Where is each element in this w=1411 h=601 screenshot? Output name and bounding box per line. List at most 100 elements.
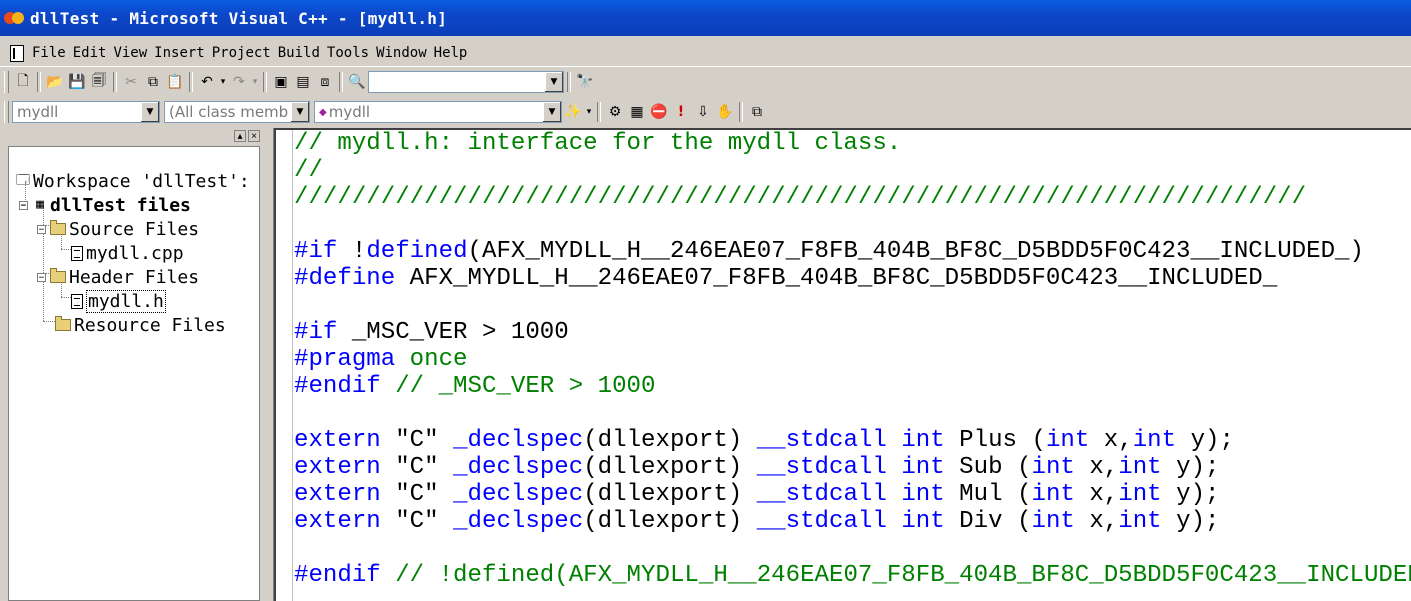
code-line[interactable]: #define AFX_MYDLL_H__246EAE07_F8FB_404B_… — [294, 265, 1411, 292]
code-line[interactable]: #endif // _MSC_VER > 1000 — [294, 373, 1411, 400]
collapse-icon[interactable]: − — [19, 200, 28, 210]
filter-combo-value: (All class memb — [169, 103, 289, 121]
code-token: x, — [1074, 481, 1119, 508]
wizard-action-dropdown-icon[interactable]: ▾ — [584, 101, 594, 123]
save-icon[interactable]: 💾 — [66, 71, 88, 93]
code-comment: once — [395, 346, 468, 373]
code-line[interactable]: #if !defined(AFX_MYDLL_H__246EAE07_F8FB_… — [294, 238, 1411, 265]
insert-breakpoint-icon[interactable]: ✋ — [714, 101, 736, 123]
go-debug-icon[interactable]: ⇩ — [692, 101, 714, 123]
filter-combo[interactable]: (All class memb ▼ — [164, 101, 310, 123]
visual-cpp-app-icon[interactable] — [4, 10, 26, 26]
pane-restore-icon[interactable]: ▴ — [234, 130, 246, 142]
wizard-action-icon[interactable]: ✨ — [562, 101, 584, 123]
redo-icon[interactable]: ↷ — [228, 71, 250, 93]
code-token: "C" — [380, 508, 454, 535]
document-icon[interactable] — [10, 44, 24, 62]
code-line[interactable]: // mydll.h: interface for the mydll clas… — [294, 130, 1411, 157]
code-line[interactable]: extern "C" _declspec(dllexport) __stdcal… — [294, 508, 1411, 535]
menu-tools[interactable]: Tools — [325, 45, 374, 61]
code-line[interactable]: // — [294, 157, 1411, 184]
tree-file-mydll-h[interactable]: mydll.h — [71, 289, 166, 313]
code-keyword: #if — [294, 319, 338, 346]
toolbar-grip[interactable] — [4, 71, 9, 93]
editor-gutter[interactable] — [276, 130, 293, 601]
menu-edit[interactable]: Edit — [71, 45, 112, 61]
copy-icon[interactable]: ⧉ — [142, 71, 164, 93]
tree-workspace-root[interactable]: 🗔 Workspace 'dllTest': — [15, 169, 250, 193]
code-line[interactable] — [294, 400, 1411, 427]
chevron-down-icon[interactable]: ▼ — [290, 102, 309, 122]
window-tile-icon[interactable]: ⧉ — [746, 101, 768, 123]
code-line[interactable] — [294, 292, 1411, 319]
code-keyword: int — [1031, 481, 1075, 508]
menu-view[interactable]: View — [111, 45, 152, 61]
menu-file[interactable]: File — [30, 45, 71, 61]
tree-header-files[interactable]: − Header Files — [37, 265, 199, 289]
menu-build[interactable]: Build — [276, 45, 325, 61]
collapse-icon[interactable]: − — [37, 224, 46, 234]
code-line[interactable]: ////////////////////////////////////////… — [294, 184, 1411, 211]
tree-resource-files-label: Resource Files — [74, 314, 226, 336]
code-keyword: extern — [294, 481, 381, 508]
workspace-pane-header: ▴ × — [0, 128, 268, 144]
build-icon[interactable]: ▦ — [626, 101, 648, 123]
folder-icon — [55, 316, 71, 331]
close-icon[interactable]: × — [248, 130, 260, 142]
code-line[interactable]: #endif // !defined(AFX_MYDLL_H__246EAE07… — [294, 562, 1411, 589]
open-folder-icon[interactable]: 📂 — [44, 71, 66, 93]
code-keyword: int — [1031, 454, 1075, 481]
chevron-down-icon[interactable]: ▼ — [140, 102, 159, 122]
menu-help[interactable]: Help — [432, 45, 473, 61]
compile-icon[interactable]: ⚙ — [604, 101, 626, 123]
class-combo[interactable]: mydll ▼ — [12, 101, 160, 123]
code-line[interactable]: extern "C" _declspec(dllexport) __stdcal… — [294, 454, 1411, 481]
new-text-file-icon[interactable]: 🗋 — [12, 71, 34, 93]
cut-icon[interactable]: ✂ — [120, 71, 142, 93]
code-line[interactable]: extern "C" _declspec(dllexport) __stdcal… — [294, 427, 1411, 454]
tree-source-files[interactable]: − Source Files — [37, 217, 199, 241]
code-line[interactable]: #if _MSC_VER > 1000 — [294, 319, 1411, 346]
redo-dropdown-icon[interactable]: ▾ — [250, 71, 260, 93]
code-keyword: int — [901, 508, 945, 535]
find-in-files-icon[interactable]: 🔍 — [346, 71, 368, 93]
code-keyword: __stdcall — [756, 508, 887, 535]
stop-build-icon[interactable]: ⛔ — [648, 101, 670, 123]
tree-resource-files[interactable]: Resource Files — [55, 313, 226, 337]
code-token: Plus ( — [944, 427, 1046, 454]
code-line[interactable] — [294, 535, 1411, 562]
code-text[interactable]: // mydll.h: interface for the mydll clas… — [294, 130, 1411, 589]
undo-icon[interactable]: ↶ — [196, 71, 218, 93]
menu-window[interactable]: Window — [374, 45, 432, 61]
collapse-icon[interactable]: − — [37, 272, 46, 282]
find-combo[interactable]: ▼ — [368, 71, 564, 93]
code-line[interactable]: extern "C" _declspec(dllexport) __stdcal… — [294, 481, 1411, 508]
members-combo[interactable]: ◆ mydll ▼ — [314, 101, 562, 123]
window-list-icon[interactable]: ⧈ — [314, 71, 336, 93]
search-binoculars-icon[interactable]: 🔭 — [574, 71, 596, 93]
code-keyword: int — [901, 427, 945, 454]
code-editor[interactable]: // mydll.h: interface for the mydll clas… — [274, 128, 1411, 601]
menu-insert[interactable]: Insert — [152, 45, 210, 61]
execute-icon[interactable]: ! — [670, 101, 692, 123]
workspace-pane: ▴ × 🗔 Workspace 'dllTest': − ▦ dllTest f… — [0, 128, 268, 601]
workspace-tree[interactable]: 🗔 Workspace 'dllTest': − ▦ dllTest files… — [8, 146, 260, 601]
code-keyword: #define — [294, 265, 396, 292]
title-bar[interactable]: dllTest - Microsoft Visual C++ - [mydll.… — [0, 0, 1411, 36]
undo-dropdown-icon[interactable]: ▾ — [218, 71, 228, 93]
paste-icon[interactable]: 📋 — [164, 71, 186, 93]
tree-file-mydll-cpp[interactable]: mydll.cpp — [71, 241, 184, 265]
chevron-down-icon[interactable]: ▼ — [542, 102, 561, 122]
toolbar-separator — [189, 72, 193, 92]
toolbar-grip[interactable] — [4, 101, 9, 123]
tree-project[interactable]: − ▦ dllTest files — [19, 193, 191, 217]
code-line[interactable]: #pragma once — [294, 346, 1411, 373]
save-all-icon[interactable]: 🗐 — [88, 71, 110, 93]
code-comment: ////////////////////////////////////////… — [294, 184, 1307, 211]
chevron-down-icon[interactable]: ▼ — [544, 72, 563, 92]
code-token: (dllexport) — [583, 427, 757, 454]
code-line[interactable] — [294, 211, 1411, 238]
output-toggle-icon[interactable]: ▤ — [292, 71, 314, 93]
menu-project[interactable]: Project — [210, 45, 276, 61]
workspace-toggle-icon[interactable]: ▣ — [270, 71, 292, 93]
